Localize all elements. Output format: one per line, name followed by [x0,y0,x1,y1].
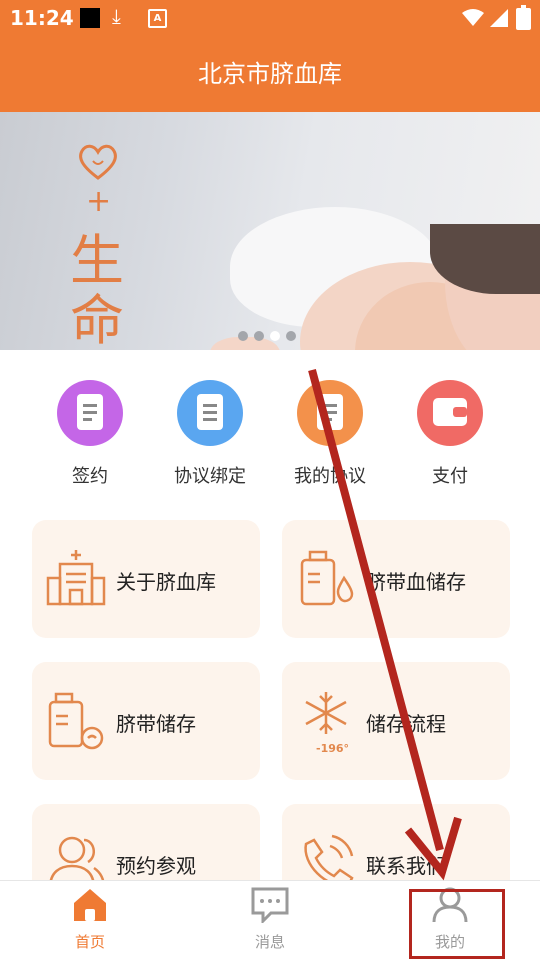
annotation-arrow-icon [308,368,462,881]
